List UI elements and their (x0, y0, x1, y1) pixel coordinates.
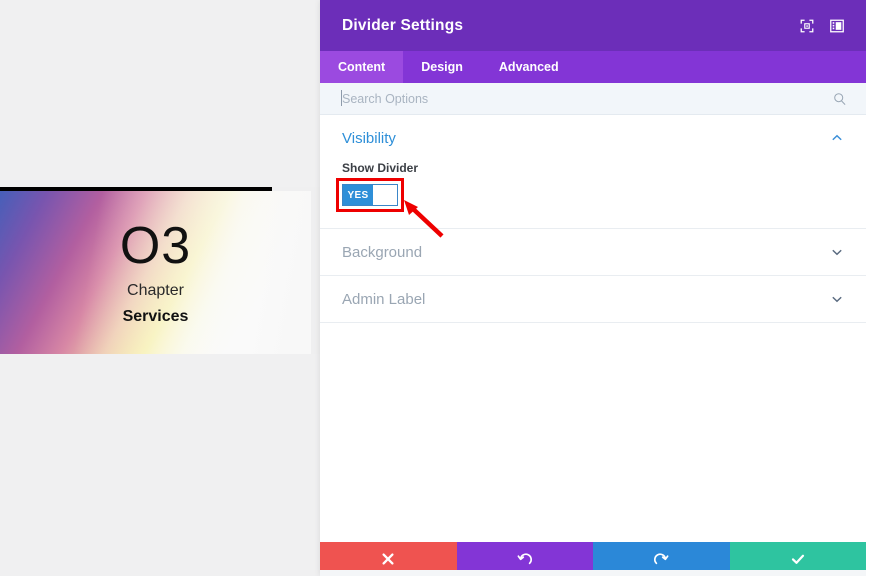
hero-text-group: O3 Chapter Services (0, 191, 311, 354)
undo-icon (517, 553, 532, 565)
section-admin-label-title: Admin Label (342, 290, 426, 308)
chapter-word: Chapter (127, 281, 184, 299)
chevron-up-icon[interactable] (830, 131, 844, 145)
section-background: Background (320, 229, 866, 276)
show-divider-toggle-wrapper: YES (336, 178, 404, 212)
search-text-caret (341, 90, 342, 106)
toggle-knob[interactable] (373, 185, 397, 205)
panel-tabs: Content Design Advanced (320, 51, 866, 83)
section-visibility-title: Visibility (342, 129, 396, 147)
section-admin-label: Admin Label (320, 276, 866, 323)
search-options-row[interactable] (320, 83, 866, 115)
section-visibility-header[interactable]: Visibility (320, 115, 866, 161)
toggle-yes-label: YES (343, 185, 373, 205)
section-background-header[interactable]: Background (320, 229, 866, 275)
section-visibility: Visibility Show Divider YES (320, 115, 866, 229)
chevron-down-icon[interactable] (830, 292, 844, 306)
tab-content[interactable]: Content (320, 51, 404, 83)
hero-gradient-section[interactable]: O3 Chapter Services (0, 191, 311, 354)
preview-empty-top (0, 0, 320, 187)
tab-advanced[interactable]: Advanced (481, 51, 577, 83)
chapter-title: Services (122, 307, 189, 325)
check-icon (791, 554, 804, 564)
panel-header: Divider Settings (320, 0, 866, 51)
section-admin-label-header[interactable]: Admin Label (320, 276, 866, 322)
tab-design[interactable]: Design (403, 51, 481, 83)
page-background-right (866, 0, 880, 576)
search-input[interactable] (342, 91, 832, 106)
section-background-title: Background (342, 243, 423, 261)
section-visibility-content: Show Divider YES (320, 161, 866, 228)
panel-bottom-strip (320, 570, 866, 576)
chevron-down-icon[interactable] (830, 245, 844, 259)
divider-settings-panel: Divider Settings Content Design Advanced (320, 0, 866, 576)
fullscreen-icon[interactable] (796, 15, 818, 37)
layout-view-icon[interactable] (826, 15, 848, 37)
show-divider-label: Show Divider (342, 161, 419, 175)
page-preview-canvas: O3 Chapter Services (0, 0, 320, 576)
chapter-number: O3 (119, 216, 192, 275)
panel-title: Divider Settings (342, 16, 464, 34)
preview-empty-bottom (0, 354, 320, 576)
search-icon[interactable] (832, 91, 848, 107)
redo-icon (654, 553, 669, 565)
show-divider-toggle[interactable]: YES (342, 184, 398, 206)
close-icon (382, 553, 394, 565)
panel-body: Visibility Show Divider YES Background A… (320, 115, 866, 542)
